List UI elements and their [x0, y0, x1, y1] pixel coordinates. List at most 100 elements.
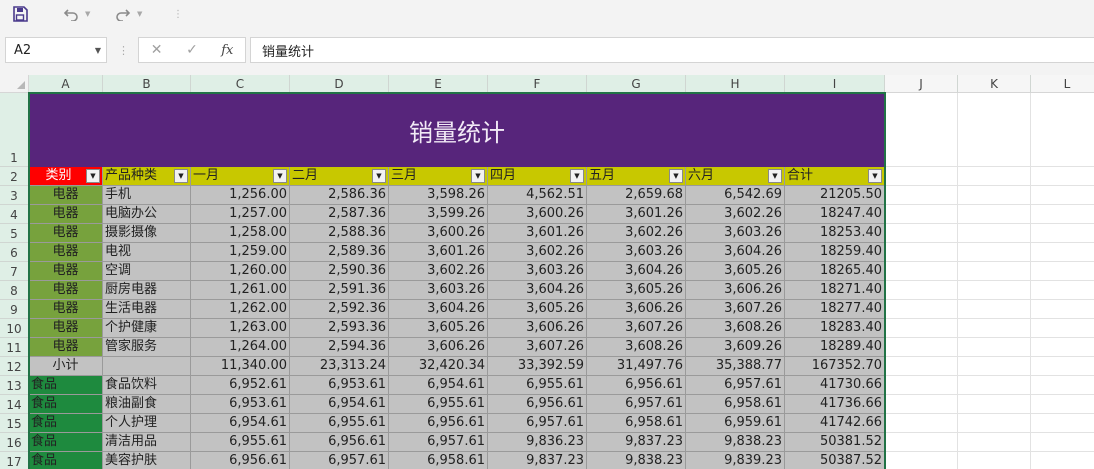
month-value-cell[interactable]: 6,955.61 [290, 414, 389, 433]
month-value-cell[interactable]: 6,956.61 [290, 433, 389, 452]
month-value-cell[interactable]: 6,955.61 [389, 395, 488, 414]
row-header-17[interactable]: 17 [0, 452, 29, 469]
header-cell[interactable]: 产品种类 ▼ [103, 167, 191, 186]
month-value-cell[interactable]: 6,958.61 [587, 414, 686, 433]
header-cell[interactable]: 五月 ▼ [587, 167, 686, 186]
month-value-cell[interactable]: 6,956.61 [587, 376, 686, 395]
header-cell[interactable]: 六月 ▼ [686, 167, 785, 186]
month-value-cell[interactable]: 4,562.51 [488, 186, 587, 205]
empty-cell[interactable] [885, 186, 958, 205]
empty-cell[interactable] [1031, 357, 1094, 376]
total-cell[interactable]: 18283.40 [785, 319, 885, 338]
month-value-cell[interactable]: 32,420.34 [389, 357, 488, 376]
month-value-cell[interactable]: 23,313.24 [290, 357, 389, 376]
header-cell[interactable]: 三月 ▼ [389, 167, 488, 186]
month-value-cell[interactable]: 2,594.36 [290, 338, 389, 357]
month-value-cell[interactable]: 1,256.00 [191, 186, 290, 205]
month-value-cell[interactable]: 3,602.26 [686, 205, 785, 224]
empty-cell[interactable] [885, 338, 958, 357]
total-cell[interactable]: 41730.66 [785, 376, 885, 395]
column-header-k[interactable]: K [958, 75, 1031, 93]
month-value-cell[interactable]: 3,604.26 [686, 243, 785, 262]
empty-cell[interactable] [1031, 224, 1094, 243]
month-value-cell[interactable]: 6,953.61 [191, 395, 290, 414]
row-header-1[interactable]: 1 [0, 93, 29, 167]
month-value-cell[interactable]: 3,606.26 [488, 319, 587, 338]
row-header-5[interactable]: 5 [0, 224, 29, 243]
empty-cell[interactable] [1031, 433, 1094, 452]
empty-cell[interactable] [958, 262, 1031, 281]
month-value-cell[interactable]: 1,264.00 [191, 338, 290, 357]
month-value-cell[interactable]: 3,602.26 [389, 262, 488, 281]
product-cell[interactable]: 清洁用品 [103, 433, 191, 452]
month-value-cell[interactable]: 6,955.61 [488, 376, 587, 395]
row-header-14[interactable]: 14 [0, 395, 29, 414]
product-cell[interactable]: 个护健康 [103, 319, 191, 338]
month-value-cell[interactable]: 6,957.61 [488, 414, 587, 433]
month-value-cell[interactable]: 6,956.61 [488, 395, 587, 414]
column-header-g[interactable]: G [587, 75, 686, 93]
empty-cell[interactable] [885, 433, 958, 452]
month-value-cell[interactable]: 3,606.26 [389, 338, 488, 357]
month-value-cell[interactable]: 3,605.26 [587, 281, 686, 300]
redo-button[interactable]: ▼ [115, 3, 142, 25]
category-cell[interactable]: 电器 [29, 205, 103, 224]
filter-dropdown-icon[interactable]: ▼ [273, 169, 287, 183]
formula-bar-grip-icon[interactable]: ⋮ [118, 44, 129, 57]
month-value-cell[interactable]: 9,838.23 [686, 433, 785, 452]
total-cell[interactable]: 21205.50 [785, 186, 885, 205]
total-cell[interactable]: 18265.40 [785, 262, 885, 281]
category-cell[interactable]: 食品 [29, 376, 103, 395]
row-header-2[interactable]: 2 [0, 167, 29, 186]
filter-dropdown-icon[interactable]: ▼ [768, 169, 782, 183]
category-cell[interactable]: 电器 [29, 186, 103, 205]
month-value-cell[interactable]: 6,542.69 [686, 186, 785, 205]
empty-cell[interactable] [958, 281, 1031, 300]
month-value-cell[interactable]: 3,601.26 [389, 243, 488, 262]
filter-dropdown-icon[interactable]: ▼ [868, 169, 882, 183]
category-cell[interactable]: 电器 [29, 319, 103, 338]
month-value-cell[interactable]: 2,591.36 [290, 281, 389, 300]
row-header-11[interactable]: 11 [0, 338, 29, 357]
month-value-cell[interactable]: 9,837.23 [488, 452, 587, 469]
total-cell[interactable]: 18271.40 [785, 281, 885, 300]
month-value-cell[interactable]: 35,388.77 [686, 357, 785, 376]
empty-cell[interactable] [885, 319, 958, 338]
month-value-cell[interactable]: 9,838.23 [587, 452, 686, 469]
header-cell[interactable]: 一月 ▼ [191, 167, 290, 186]
month-value-cell[interactable]: 3,600.26 [488, 205, 587, 224]
column-header-h[interactable]: H [686, 75, 785, 93]
customize-toolbar-icon[interactable]: ⋮ [173, 3, 183, 25]
month-value-cell[interactable]: 3,600.26 [389, 224, 488, 243]
month-value-cell[interactable]: 6,957.61 [389, 433, 488, 452]
empty-cell[interactable] [885, 167, 958, 186]
product-cell[interactable]: 生活电器 [103, 300, 191, 319]
row-header-7[interactable]: 7 [0, 262, 29, 281]
category-cell[interactable]: 食品 [29, 433, 103, 452]
empty-cell[interactable] [958, 167, 1031, 186]
month-value-cell[interactable]: 3,607.26 [686, 300, 785, 319]
month-value-cell[interactable]: 3,604.26 [587, 262, 686, 281]
empty-cell[interactable] [885, 414, 958, 433]
month-value-cell[interactable]: 11,340.00 [191, 357, 290, 376]
category-cell[interactable]: 食品 [29, 414, 103, 433]
empty-cell[interactable] [1031, 300, 1094, 319]
product-cell[interactable]: 管家服务 [103, 338, 191, 357]
month-value-cell[interactable]: 6,957.61 [686, 376, 785, 395]
redo-dropdown-icon[interactable]: ▼ [137, 10, 142, 18]
total-cell[interactable]: 167352.70 [785, 357, 885, 376]
row-header-15[interactable]: 15 [0, 414, 29, 433]
enter-icon[interactable]: ✓ [174, 42, 209, 58]
empty-cell[interactable] [1031, 205, 1094, 224]
total-cell[interactable]: 18253.40 [785, 224, 885, 243]
month-value-cell[interactable]: 3,601.26 [488, 224, 587, 243]
row-header-6[interactable]: 6 [0, 243, 29, 262]
category-cell[interactable]: 电器 [29, 281, 103, 300]
month-value-cell[interactable]: 3,604.26 [389, 300, 488, 319]
row-header-16[interactable]: 16 [0, 433, 29, 452]
product-cell[interactable]: 个人护理 [103, 414, 191, 433]
month-value-cell[interactable]: 2,592.36 [290, 300, 389, 319]
empty-cell[interactable] [1031, 167, 1094, 186]
insert-function-icon[interactable]: fx [210, 43, 245, 58]
month-value-cell[interactable]: 3,601.26 [587, 205, 686, 224]
